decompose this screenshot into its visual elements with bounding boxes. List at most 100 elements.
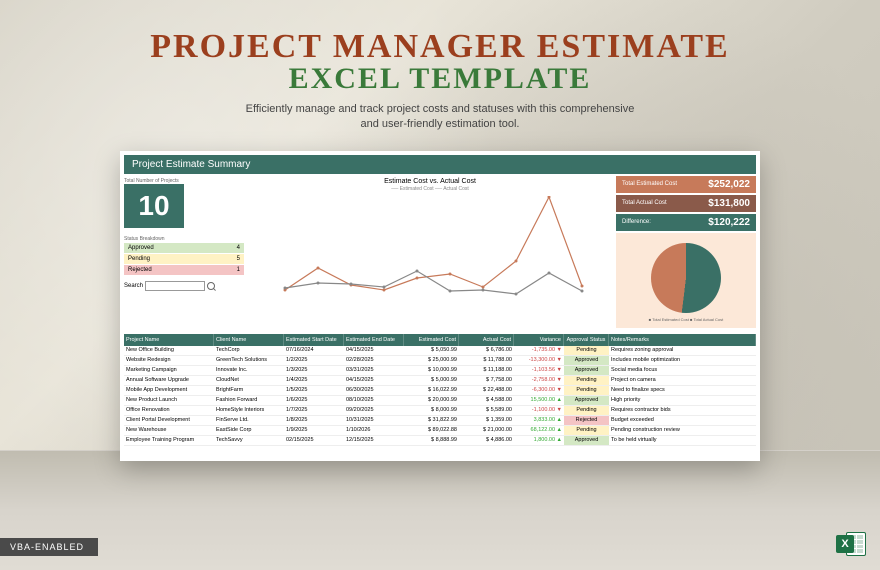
- th-status: Approval Status: [564, 334, 609, 346]
- cell-act-cost: $ 1,359.00: [459, 416, 514, 425]
- cell-est-cost: $ 5,050.99: [404, 346, 459, 355]
- th-client: Client Name: [214, 334, 284, 346]
- cell-end: 10/31/2025: [344, 416, 404, 425]
- kpi-difference: Difference:$120,222: [616, 214, 756, 231]
- status-name: Rejected: [128, 267, 152, 273]
- cell-status: Rejected: [564, 416, 609, 425]
- cell-project: Marketing Campaign: [124, 366, 214, 375]
- spreadsheet-preview: Project Estimate Summary Total Number of…: [120, 151, 760, 461]
- table-body: New Office BuildingTechCorp07/16/202404/…: [124, 346, 756, 446]
- cell-start: 1/2/2025: [284, 356, 344, 365]
- status-breakdown-label: Status Breakdown: [124, 236, 244, 242]
- th-variance: Variance: [514, 334, 564, 346]
- status-count: 4: [237, 245, 240, 251]
- cell-client: CloudNet: [214, 376, 284, 385]
- cell-status: Approved: [564, 356, 609, 365]
- cell-client: Innovate Inc.: [214, 366, 284, 375]
- pie-chart: [651, 243, 721, 313]
- cell-variance: 3,833.00 ▲: [514, 416, 564, 425]
- cell-project: Mobile App Development: [124, 386, 214, 395]
- search-input[interactable]: [145, 281, 205, 291]
- cell-est-cost: $ 25,000.99: [404, 356, 459, 365]
- cell-act-cost: $ 6,786.00: [459, 346, 514, 355]
- cell-variance: -1,735.00 ▼: [514, 346, 564, 355]
- cell-start: 1/7/2025: [284, 406, 344, 415]
- header: PROJECT MANAGER ESTIMATE EXCEL TEMPLATE …: [0, 0, 880, 133]
- cell-status: Pending: [564, 426, 609, 435]
- cell-client: Fashion Forward: [214, 396, 284, 405]
- cell-start: 07/16/2024: [284, 346, 344, 355]
- cell-variance: 68,122.00 ▲: [514, 426, 564, 435]
- table-row: Annual Software UpgradeCloudNet1/4/20250…: [124, 376, 756, 386]
- cell-client: FinServe Ltd.: [214, 416, 284, 425]
- cell-act-cost: $ 5,589.00: [459, 406, 514, 415]
- cell-client: GreenTech Solutions: [214, 356, 284, 365]
- status-name: Pending: [128, 256, 150, 262]
- cell-variance: 15,500.00 ▲: [514, 396, 564, 405]
- table-row: Marketing CampaignInnovate Inc.1/3/20250…: [124, 366, 756, 376]
- kpi-label: Total Actual Cost: [622, 200, 667, 206]
- cell-status: Approved: [564, 396, 609, 405]
- sheet-title-banner: Project Estimate Summary: [124, 155, 756, 174]
- status-count: 5: [237, 256, 240, 262]
- kpi-value: $120,222: [708, 217, 750, 228]
- th-project: Project Name: [124, 334, 214, 346]
- cell-status: Pending: [564, 406, 609, 415]
- table-row: New Product LaunchFashion Forward1/6/202…: [124, 396, 756, 406]
- cell-client: BrightFarm: [214, 386, 284, 395]
- cell-client: EastSide Corp: [214, 426, 284, 435]
- cell-notes: Budget exceeded: [609, 416, 756, 425]
- th-notes: Notes/Remarks: [609, 334, 756, 346]
- cell-end: 08/10/2025: [344, 396, 404, 405]
- table-row: New WarehouseEastSide Corp1/9/20251/10/2…: [124, 426, 756, 436]
- cell-client: HomeStyle Interiors: [214, 406, 284, 415]
- summary-left-panel: Total Number of Projects 10 Status Break…: [124, 176, 244, 328]
- kpi-panel: Total Estimated Cost $252,022 Total Actua…: [616, 176, 756, 328]
- cell-client: TechCorp: [214, 346, 284, 355]
- cell-notes: Need to finalize specs: [609, 386, 756, 395]
- cell-variance: 1,800.00 ▲: [514, 436, 564, 445]
- subtitle: Efficiently manage and track project cos…: [0, 102, 880, 133]
- cell-project: New Warehouse: [124, 426, 214, 435]
- vba-enabled-badge: VBA-ENABLED: [0, 538, 98, 556]
- kpi-value: $252,022: [708, 179, 750, 190]
- title-line-1: PROJECT MANAGER ESTIMATE: [0, 28, 880, 66]
- status-row-rejected: Rejected1: [124, 265, 244, 275]
- kpi-label: Total Estimated Cost: [622, 181, 677, 187]
- status-row-pending: Pending 5: [124, 254, 244, 264]
- kpi-estimated: Total Estimated Cost $252,022: [616, 176, 756, 193]
- pie-legend: ■ Total Estimated Cost ■ Total Actual Co…: [622, 317, 750, 322]
- cell-status: Pending: [564, 346, 609, 355]
- cell-notes: Requires contractor bids: [609, 406, 756, 415]
- th-est-cost: Estimated Cost: [404, 334, 459, 346]
- chart-title: Estimate Cost vs. Actual Cost: [248, 178, 612, 185]
- cell-end: 04/15/2025: [344, 346, 404, 355]
- cell-end: 09/20/2025: [344, 406, 404, 415]
- chart-legend: ── Estimated Cost ── Actual Cost: [248, 186, 612, 192]
- cell-notes: Project on camera: [609, 376, 756, 385]
- cell-act-cost: $ 7,758.00: [459, 376, 514, 385]
- cell-status: Approved: [564, 366, 609, 375]
- table-row: Mobile App DevelopmentBrightFarm1/5/2025…: [124, 386, 756, 396]
- status-row-approved: Approved 4: [124, 243, 244, 253]
- cell-act-cost: $ 11,788.00: [459, 356, 514, 365]
- chart-panel: Estimate Cost vs. Actual Cost ── Estimat…: [248, 176, 612, 328]
- cell-start: 1/9/2025: [284, 426, 344, 435]
- cell-variance: -2,758.00 ▼: [514, 376, 564, 385]
- cell-est-cost: $ 8,888.99: [404, 436, 459, 445]
- cell-est-cost: $ 31,822.99: [404, 416, 459, 425]
- cell-variance: -6,300.00 ▼: [514, 386, 564, 395]
- cell-project: Website Redesign: [124, 356, 214, 365]
- cell-est-cost: $ 16,022.99: [404, 386, 459, 395]
- project-count-label: Total Number of Projects: [124, 178, 244, 184]
- cell-est-cost: $ 8,000.99: [404, 406, 459, 415]
- table-row: New Office BuildingTechCorp07/16/202404/…: [124, 346, 756, 356]
- cell-status: Pending: [564, 386, 609, 395]
- cell-est-cost: $ 89,022.88: [404, 426, 459, 435]
- cell-end: 12/15/2025: [344, 436, 404, 445]
- cell-act-cost: $ 11,188.00: [459, 366, 514, 375]
- cell-end: 04/15/2025: [344, 376, 404, 385]
- status-name: Approved: [128, 245, 154, 251]
- search-icon[interactable]: [207, 282, 215, 290]
- table-row: Website RedesignGreenTech Solutions1/2/2…: [124, 356, 756, 366]
